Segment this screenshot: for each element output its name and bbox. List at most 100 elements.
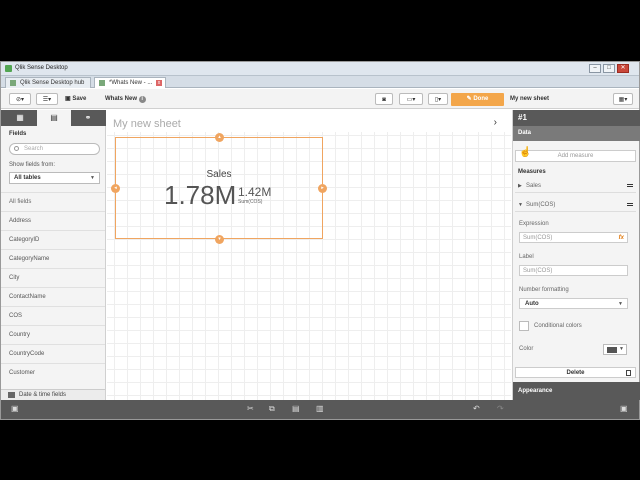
cut-icon[interactable]: ✂ [247, 404, 254, 414]
fields-title: Fields [9, 131, 27, 137]
undo-icon[interactable]: ↶ [473, 404, 480, 414]
field-item[interactable]: CountryCode [1, 344, 105, 363]
fields-search-input[interactable]: Search [9, 143, 100, 155]
global-menu-button[interactable]: ☰▾ [36, 93, 58, 105]
color-swatch [607, 347, 617, 353]
drag-handle-icon[interactable] [627, 184, 633, 187]
conditional-colors-checkbox[interactable] [519, 321, 529, 331]
resize-handle-right-icon[interactable]: ▸ [318, 184, 327, 193]
chevron-down-icon: ▼ [618, 301, 623, 307]
tab-label: *Whats New - ... [109, 80, 153, 86]
redo-icon[interactable]: ↷ [497, 404, 504, 414]
measure-item-sum-cos[interactable]: ▼ Sum(COS) [515, 198, 636, 212]
tab-hub[interactable]: Qlik Sense Desktop hub [5, 77, 91, 88]
toggle-properties-panel-icon[interactable]: ▣ [620, 404, 628, 414]
caret-right-icon: ▶ [518, 183, 522, 189]
maximize-button[interactable]: □ [603, 64, 615, 73]
phone-preview-button[interactable]: ▯▾ [428, 93, 448, 105]
tab-bar: Qlik Sense Desktop hub *Whats New - ... … [1, 76, 639, 88]
resize-handle-left-icon[interactable]: ◂ [111, 184, 120, 193]
fx-icon[interactable]: fx [619, 233, 624, 243]
all-fields-header: All fields [1, 192, 105, 211]
master-items-tab-icon[interactable]: ⚭ [71, 110, 105, 126]
field-item[interactable]: CategoryName [1, 249, 105, 268]
field-item[interactable]: Country [1, 325, 105, 344]
chevron-down-icon: ▼ [90, 175, 95, 181]
toggle-assets-panel-icon[interactable]: ▣ [11, 404, 19, 414]
trash-icon [626, 370, 631, 376]
charts-tab-icon[interactable]: ▦ [3, 110, 37, 126]
tab-whats-new[interactable]: *Whats New - ... x [94, 77, 166, 88]
field-item[interactable]: City [1, 268, 105, 287]
hub-icon [10, 80, 16, 86]
field-item[interactable]: Address [1, 211, 105, 230]
kpi-label: Sales [206, 169, 232, 180]
device-preview-button[interactable]: ▭▾ [399, 93, 423, 105]
close-tab-icon[interactable]: x [156, 80, 162, 86]
expression-input[interactable]: Sum(COS) fx [519, 232, 628, 243]
appearance-section-header[interactable]: Appearance [513, 382, 640, 400]
conditional-colors-label: Conditional colors [534, 323, 582, 329]
add-measure-button[interactable]: Add measure [515, 150, 636, 162]
window-title: Qlik Sense Desktop [15, 65, 68, 71]
kpi-main-value: 1.78M [164, 180, 237, 210]
paste-icon[interactable]: ▤ [292, 404, 300, 414]
chevron-down-icon: ▼ [619, 346, 624, 352]
tab-label: Qlik Sense Desktop hub [20, 80, 85, 86]
kpi-secondary-label: Sum(COS) [238, 199, 263, 205]
app-name[interactable]: Whats New i [105, 93, 146, 105]
assets-panel: ▦ ▤ ⚭ Fields Search Show fields from: Al… [1, 110, 106, 400]
search-icon [14, 146, 19, 151]
show-fields-from-label: Show fields from: [9, 162, 56, 168]
fields-tab-icon[interactable]: ▤ [37, 110, 71, 126]
object-id: #1 [513, 110, 640, 126]
field-item[interactable]: Customer [1, 363, 105, 382]
snapshot-button[interactable]: ◙ [375, 93, 393, 105]
bottom-toolbar: ▣ ✂ ⧉ ▤ ▥ ↶ ↷ ▣ [1, 400, 639, 419]
copy-icon[interactable]: ⧉ [269, 404, 275, 414]
chevron-right-icon[interactable]: › [494, 117, 497, 128]
drag-handle-icon[interactable] [627, 203, 633, 206]
mouse-cursor-icon: ☝ [519, 147, 532, 158]
caret-down-icon: ▼ [518, 202, 523, 208]
assets-tabs: ▦ ▤ ⚭ [1, 110, 106, 126]
measure-item-sales[interactable]: ▶ Sales [515, 179, 636, 193]
close-window-button[interactable]: ✕ [617, 64, 629, 73]
kpi-secondary-value: 1.42M [238, 185, 272, 199]
sheet-canvas[interactable]: My new sheet › Sales 1.78M 1.42M Sum(COS… [107, 110, 511, 400]
resize-handle-bottom-icon[interactable]: ▾ [215, 235, 224, 244]
kpi-object[interactable]: Sales 1.78M 1.42M Sum(COS) [115, 137, 323, 239]
number-formatting-label: Number formatting [519, 287, 569, 293]
window-titlebar: Qlik Sense Desktop – □ ✕ [1, 62, 639, 76]
measures-title: Measures [518, 169, 546, 175]
field-item[interactable]: ContactName [1, 287, 105, 306]
main-toolbar: ⊘▾ ☰▾ ▣ Save Whats New i ◙ ▭▾ ▯▾ ✎ Done … [1, 89, 639, 109]
done-button[interactable]: ✎ Done [451, 93, 504, 106]
delete-measure-button[interactable]: Delete [515, 367, 636, 378]
label-input[interactable]: Sum(COS) [519, 265, 628, 276]
qlik-app-icon [5, 65, 12, 72]
sheet-title[interactable]: My new sheet [113, 118, 181, 130]
minimize-button[interactable]: – [589, 64, 601, 73]
number-formatting-select[interactable]: Auto ▼ [519, 298, 628, 309]
expression-label: Expression [519, 221, 549, 227]
date-time-fields-button[interactable]: Date & time fields [1, 389, 105, 400]
info-icon[interactable]: i [138, 96, 146, 103]
resize-handle-top-icon[interactable]: ▴ [215, 133, 224, 142]
app-window: Qlik Sense Desktop – □ ✕ Qlik Sense Desk… [0, 61, 640, 420]
calendar-icon [8, 392, 15, 398]
current-sheet-name: My new sheet [510, 96, 550, 102]
data-section-header[interactable]: Data [513, 126, 640, 141]
tables-select[interactable]: All tables ▼ [9, 172, 100, 184]
sheets-button[interactable]: ▦▾ [613, 93, 633, 105]
field-item[interactable]: CategoryID [1, 230, 105, 249]
app-icon [99, 80, 105, 86]
trash-icon[interactable]: ▥ [316, 404, 324, 414]
save-button[interactable]: ▣ Save [65, 93, 86, 105]
color-picker[interactable]: ▼ [603, 344, 627, 355]
search-placeholder: Search [24, 146, 44, 152]
label-label: Label [519, 254, 534, 260]
color-label: Color [519, 346, 534, 352]
navigation-menu-button[interactable]: ⊘▾ [9, 93, 31, 105]
field-item[interactable]: COS [1, 306, 105, 325]
